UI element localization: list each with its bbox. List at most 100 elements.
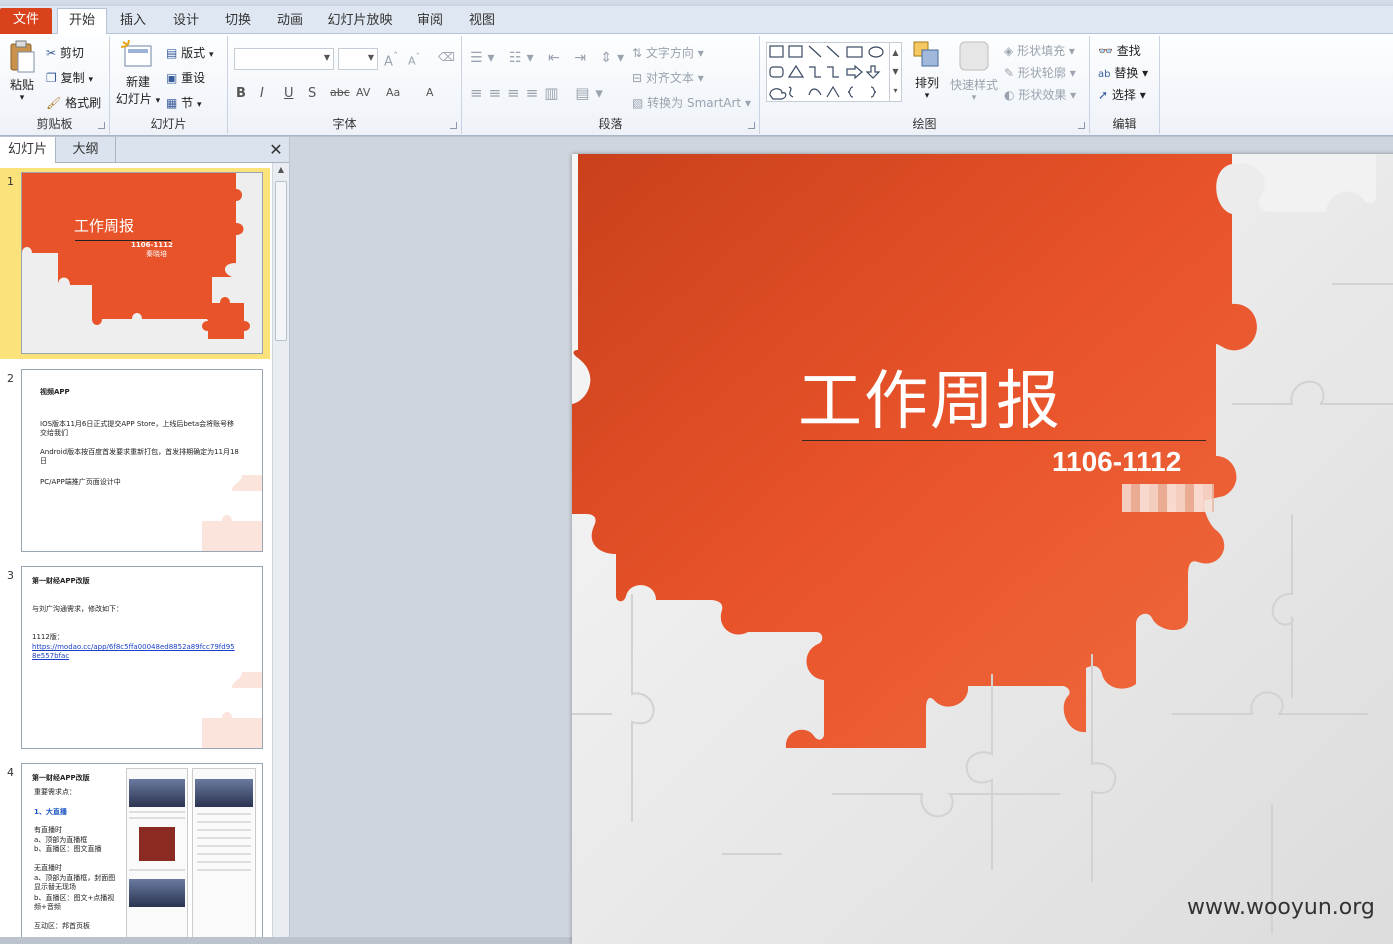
- slide-panel: 幻灯片 大纲 ✕ 1 工作周报 1106-1112 秦晓培 2 视频APP IO…: [0, 137, 289, 937]
- new-slide-label: 新建: [125, 75, 150, 89]
- thumbnail-slide-4[interactable]: 第一财经APP改版 重要需求点： 1、大直播 有直播时 a、顶部为直播框 b、直…: [21, 763, 263, 937]
- slides-group-label: 幻灯片: [150, 117, 187, 131]
- quick-styles-label: 快速样式: [949, 78, 998, 92]
- tab-review[interactable]: 审阅: [408, 9, 452, 34]
- thumbnail-1-subtitle: 1106-1112: [131, 241, 173, 249]
- thumbnail-4-phone-mockup-1: [126, 768, 188, 937]
- thumbnail-slide-1[interactable]: 工作周报 1106-1112 秦晓培: [21, 172, 263, 354]
- group-drawing: ▲ ▼ ▾ 排列 ▾ 快速样式 ▾ ◈ 形状填充 ▾ ✎ 形状轮廓 ▾ ◐ 形状效果…: [760, 36, 1090, 134]
- layout-button[interactable]: ▤ 版式 ▾: [166, 44, 214, 61]
- paragraph-group-label: 段落: [598, 117, 623, 131]
- thumbnail-2-puzzle-decor: [202, 475, 262, 551]
- tab-outline-panel[interactable]: 大纲: [56, 137, 116, 163]
- tab-insert[interactable]: 插入: [112, 9, 154, 34]
- thumbnail-4-heading: 第一财经APP改版: [32, 774, 90, 782]
- grow-font-button[interactable]: Aˆ: [384, 50, 398, 69]
- select-button[interactable]: ➚ 选择 ▾: [1098, 86, 1146, 103]
- strikethrough-button[interactable]: abc: [330, 86, 350, 99]
- gallery-scroll-icon[interactable]: ▲ ▼ ▾: [889, 43, 901, 101]
- text-direction-label: 文字方向: [645, 46, 694, 60]
- slide-title[interactable]: 工作周报: [798, 350, 1062, 442]
- format-painter-button[interactable]: 🖌 格式刷: [46, 94, 101, 111]
- bold-button[interactable]: B: [236, 86, 246, 101]
- thumbnail-1-title: 工作周报: [74, 217, 135, 235]
- brush-icon: 🖌: [46, 96, 62, 110]
- thumbnail-2-line-2: Android版本按百度首发要求重新打包，首发排期确定为11月18日: [40, 448, 239, 465]
- layout-label: 版式: [181, 46, 206, 60]
- ribbon-tab-bar: 文件 开始 插入 设计 切换 动画 幻灯片放映 审阅 视图: [0, 6, 1393, 35]
- section-icon: ▦: [166, 96, 178, 110]
- slide-number: 3: [7, 569, 14, 582]
- shape-outline-button[interactable]: ✎ 形状轮廓 ▾: [1004, 64, 1076, 81]
- shrink-font-button[interactable]: Aˇ: [408, 52, 420, 68]
- paste-chevron-icon: ▾: [19, 93, 25, 103]
- group-editing: 👓 查找 ab 替换 ▾ ➚ 选择 ▾ 编辑: [1090, 36, 1160, 134]
- replace-button[interactable]: ab 替换 ▾: [1098, 64, 1148, 81]
- binoculars-icon: 👓: [1098, 44, 1113, 58]
- clipboard-group-label: 剪贴板: [36, 117, 73, 131]
- align-text-button[interactable]: ⊟ 对齐文本 ▾: [632, 69, 704, 86]
- scroll-up-icon[interactable]: ▲: [275, 165, 287, 177]
- thumbnail-scrollbar[interactable]: ▲: [272, 163, 289, 937]
- thumbnail-3-line-1: 与刘广沟通需求，修改如下：: [32, 605, 123, 613]
- copy-button[interactable]: ❐ 复制 ▾: [46, 69, 93, 86]
- reset-button[interactable]: ▣ 重设: [166, 69, 205, 86]
- thumbnail-3-link[interactable]: https://modao.cc/app/6f8c5ffa00048ed8852…: [32, 643, 237, 661]
- new-slide-label-2: 幻灯片 ▾: [115, 92, 161, 106]
- drawing-dialog-launcher[interactable]: [1078, 122, 1085, 129]
- editing-group-label: 编辑: [1112, 117, 1137, 131]
- tab-home[interactable]: 开始: [57, 8, 107, 35]
- convert-smartart-button[interactable]: ▧ 转换为 SmartArt ▾: [632, 94, 751, 111]
- text-direction-button[interactable]: ⇅ 文字方向 ▾: [632, 44, 704, 61]
- font-color-button[interactable]: A: [426, 86, 434, 99]
- thumbnail-4-phone-mockup-2: [192, 768, 256, 937]
- clear-format-icon[interactable]: ⌫: [438, 50, 455, 64]
- slide-subtitle[interactable]: 1106-1112: [1052, 446, 1181, 478]
- thumbnail-4-line-5: b、直播区：图文直播: [34, 845, 102, 853]
- select-label: 选择: [1111, 88, 1136, 102]
- paint-bucket-icon: ◈: [1004, 44, 1014, 58]
- clipboard-dialog-launcher[interactable]: [98, 122, 105, 129]
- paragraph-dialog-launcher[interactable]: [748, 122, 755, 129]
- shapes-gallery[interactable]: ▲ ▼ ▾: [766, 42, 902, 102]
- shadow-button[interactable]: S: [308, 86, 316, 101]
- italic-button[interactable]: I: [260, 86, 264, 101]
- paste-button[interactable]: 粘贴 ▾: [6, 40, 38, 103]
- thumbnail-slide-2[interactable]: 视频APP IOS版本11月6日正式提交APP Store，上线后beta会将账…: [21, 369, 263, 552]
- tab-transitions[interactable]: 切换: [216, 9, 260, 34]
- tab-file[interactable]: 文件: [0, 8, 52, 34]
- close-panel-icon[interactable]: ✕: [264, 137, 288, 163]
- thumbnail-slide-3[interactable]: 第一财经APP改版 与刘广沟通需求，修改如下： 1112版： https://m…: [21, 566, 263, 749]
- font-dialog-launcher[interactable]: [450, 122, 457, 129]
- shape-fill-button[interactable]: ◈ 形状填充 ▾: [1004, 42, 1075, 59]
- tab-slides-panel[interactable]: 幻灯片: [0, 137, 56, 163]
- cut-button[interactable]: ✂ 剪切: [46, 44, 84, 61]
- drawing-group-label: 绘图: [912, 117, 937, 131]
- find-label: 查找: [1116, 44, 1141, 58]
- tab-view[interactable]: 视图: [460, 9, 504, 34]
- font-group-label: 字体: [332, 117, 357, 131]
- replace-label: 替换: [1114, 66, 1139, 80]
- font-size-select[interactable]: ▼: [338, 48, 378, 70]
- convert-smartart-label: 转换为 SmartArt: [647, 96, 742, 110]
- group-font: ▼ ▼ Aˆ Aˇ ⌫ B I U Sabc AV Aa A 字体: [228, 36, 462, 134]
- quick-styles-button[interactable]: 快速样式 ▾: [948, 40, 1000, 103]
- section-button[interactable]: ▦ 节 ▾: [166, 94, 202, 111]
- redacted-author-name: [1122, 484, 1214, 512]
- scroll-thumb[interactable]: [275, 181, 287, 341]
- align-buttons[interactable]: ≡≡≡≡▥ ▤▾: [470, 84, 609, 102]
- thumbnail-4-line-1: 重要需求点：: [34, 788, 76, 796]
- char-spacing-button[interactable]: AV: [356, 86, 370, 99]
- shape-effects-button[interactable]: ◐ 形状效果 ▾: [1004, 86, 1076, 103]
- list-buttons[interactable]: ☰▾ ☷▾ ⇤ ⇥ ⇕▾: [470, 50, 629, 66]
- find-button[interactable]: 👓 查找: [1098, 42, 1141, 59]
- current-slide[interactable]: 工作周报 1106-1112: [572, 154, 1393, 944]
- tab-slideshow[interactable]: 幻灯片放映: [322, 9, 398, 34]
- font-family-select[interactable]: ▼: [234, 48, 334, 70]
- arrange-button[interactable]: 排列 ▾: [910, 40, 944, 101]
- new-slide-button[interactable]: 新建 幻灯片 ▾: [114, 40, 162, 107]
- underline-button[interactable]: U: [284, 86, 294, 101]
- change-case-button[interactable]: Aa: [386, 86, 400, 99]
- tab-animations[interactable]: 动画: [268, 9, 312, 34]
- tab-design[interactable]: 设计: [164, 9, 208, 34]
